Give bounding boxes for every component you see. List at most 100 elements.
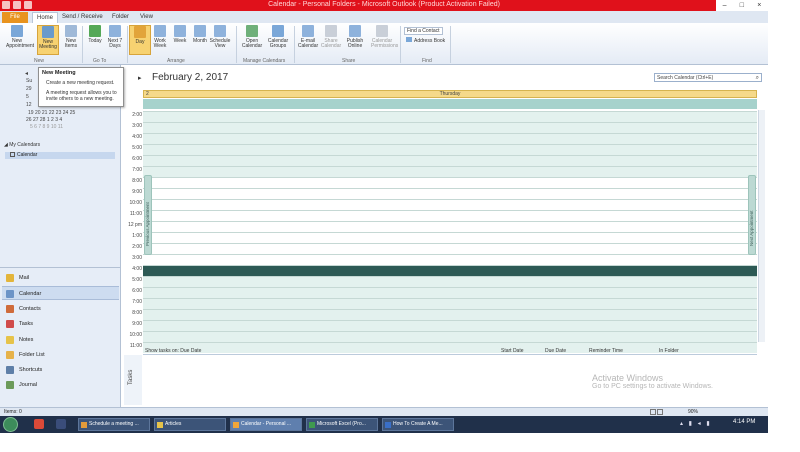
time-slot[interactable] [143, 155, 757, 166]
all-day-area[interactable] [143, 99, 757, 109]
month-view-button[interactable]: Month [189, 25, 211, 55]
day-view-button[interactable]: Day [129, 25, 151, 55]
group-separator [127, 26, 128, 63]
time-label: 6:00 [132, 156, 142, 162]
taskbar-item[interactable]: Articles [154, 418, 226, 431]
zoom-level[interactable]: 90% [688, 408, 698, 416]
search-calendar-input[interactable]: Search Calendar (Ctrl+E) ⌕ [654, 73, 762, 82]
publish-online-button[interactable]: Publish Online [344, 25, 366, 55]
minimize-button[interactable]: – [723, 2, 727, 9]
search-icon[interactable]: ⌕ [756, 74, 759, 82]
photoshop-icon[interactable] [56, 419, 66, 429]
time-slot[interactable] [143, 298, 757, 309]
busy-block[interactable] [143, 266, 757, 276]
time-slot[interactable] [143, 221, 757, 232]
calendar-groups-button[interactable]: Calendar Groups [267, 25, 289, 55]
open-calendar-icon [246, 25, 258, 37]
email-calendar-button[interactable]: E-mail Calendar [297, 25, 319, 55]
next-appointment-tab[interactable]: Next Appointment [748, 175, 756, 255]
time-slot[interactable] [143, 188, 757, 199]
address-book-button[interactable]: Address Book [404, 37, 445, 44]
next-7-days-button[interactable]: Next 7 Days [104, 25, 126, 55]
time-slot[interactable] [143, 287, 757, 298]
chrome-icon[interactable] [34, 419, 44, 429]
time-slot[interactable] [143, 309, 757, 320]
in-folder-column[interactable]: In Folder [659, 347, 679, 355]
nav-divider [0, 267, 120, 268]
time-slot[interactable] [143, 243, 757, 254]
today-arrow-icon [89, 25, 101, 37]
week-view-button[interactable]: Week [169, 25, 191, 55]
group-label-arrange: Arrange [167, 58, 185, 64]
new-appointment-button[interactable]: New Appointment [6, 25, 34, 55]
start-button[interactable] [3, 417, 18, 432]
tasks-icon [6, 320, 14, 328]
start-date-column[interactable]: Start Date [501, 347, 524, 355]
open-calendar-button[interactable]: Open Calendar [241, 25, 263, 55]
taskbar-item[interactable]: Calendar - Personal ... [230, 418, 302, 431]
my-calendars-header[interactable]: ◢ My Calendars [4, 142, 40, 148]
tasks-header: Show tasks on: Due Date Start Date Due D… [143, 347, 757, 355]
schedule-view-button[interactable]: Schedule View [209, 25, 231, 55]
tab-view[interactable]: View [136, 12, 157, 23]
taskbar-item[interactable]: How To Create A Me... [382, 418, 454, 431]
nav-journal[interactable]: Journal [2, 378, 119, 392]
nav-mail[interactable]: Mail [2, 271, 119, 285]
nav-shortcuts[interactable]: Shortcuts [2, 363, 119, 377]
time-slot[interactable] [143, 177, 757, 188]
new-meeting-button[interactable]: New Meeting [37, 25, 59, 55]
calendar-permissions-button[interactable]: Calendar Permissions [371, 25, 398, 55]
mini-calendar-prev-icon[interactable]: ◂ [25, 70, 28, 77]
calendar-scrollbar[interactable] [758, 110, 765, 342]
tooltip-line: Create a new meeting request. [46, 80, 115, 86]
mini-calendar-row: 5 [26, 94, 29, 100]
work-week-button[interactable]: Work Week [149, 25, 171, 55]
calendar-view: ▸ February 2, 2017 Search Calendar (Ctrl… [122, 65, 767, 407]
time-slot[interactable] [143, 331, 757, 342]
tab-home[interactable]: Home [32, 12, 59, 23]
taskbar-item[interactable]: Schedule a meeting ... [78, 418, 150, 431]
normal-view-icon[interactable] [650, 409, 656, 415]
time-slot[interactable] [143, 122, 757, 133]
time-slot[interactable] [143, 232, 757, 243]
time-slot[interactable] [143, 210, 757, 221]
close-button[interactable]: × [757, 2, 761, 9]
time-slot[interactable] [143, 276, 757, 287]
time-slot[interactable] [143, 144, 757, 155]
tooltip-line: A meeting request allows you to invite o… [46, 90, 117, 102]
system-tray[interactable]: ▴ ▮ ◂ ▮ [680, 420, 712, 427]
nav-calendar[interactable]: Calendar [2, 286, 119, 300]
tab-send-receive[interactable]: Send / Receive [58, 12, 107, 23]
time-label: 5:00 [132, 145, 142, 151]
time-slot[interactable] [143, 133, 757, 144]
time-slot[interactable] [143, 111, 757, 122]
show-tasks-label[interactable]: Show tasks on: Due Date [145, 347, 201, 355]
title-bar: Calendar - Personal Folders - Microsoft … [0, 0, 768, 11]
email-calendar-icon [302, 25, 314, 37]
time-slot[interactable] [143, 254, 757, 265]
calendar-folder-item[interactable]: Calendar [5, 152, 115, 159]
group-separator [236, 26, 237, 63]
maximize-button[interactable]: □ [740, 2, 744, 9]
reading-view-icon[interactable] [657, 409, 663, 415]
new-items-button[interactable]: New Items [60, 25, 82, 55]
reminder-time-column[interactable]: Reminder Time [589, 347, 623, 355]
nav-tasks[interactable]: Tasks [2, 317, 119, 331]
previous-appointment-tab[interactable]: Previous Appointment [144, 175, 152, 255]
time-slot[interactable] [143, 320, 757, 331]
ribbon-tabs: File Home Send / Receive Folder View [0, 11, 768, 23]
next-day-arrow-icon[interactable]: ▸ [138, 74, 142, 82]
time-label: 2:00 [132, 244, 142, 250]
taskbar-item[interactable]: Microsoft Excel (Pro... [306, 418, 378, 431]
today-button[interactable]: Today [84, 25, 106, 55]
find-contact-box[interactable]: Find a Contact [404, 27, 443, 35]
due-date-column[interactable]: Due Date [545, 347, 566, 355]
nav-notes[interactable]: Notes [2, 333, 119, 347]
time-slot[interactable] [143, 166, 757, 177]
share-calendar-button[interactable]: Share Calendar [320, 25, 342, 55]
nav-folder-list[interactable]: Folder List [2, 348, 119, 362]
tab-file[interactable]: File [2, 12, 28, 23]
time-slot[interactable] [143, 199, 757, 210]
tab-folder[interactable]: Folder [108, 12, 133, 23]
nav-contacts[interactable]: Contacts [2, 302, 119, 316]
